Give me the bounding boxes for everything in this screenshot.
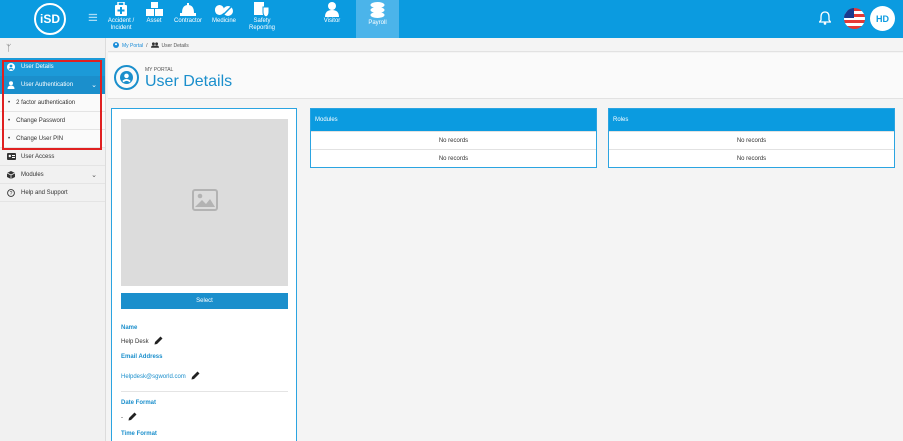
sidebar-item-label: User Authentication xyxy=(21,82,74,88)
us-flag-icon[interactable] xyxy=(844,8,865,29)
name-value: Help Desk xyxy=(121,336,163,347)
cube-icon xyxy=(7,170,16,179)
roles-panel-title: Roles xyxy=(609,109,894,131)
bullet-icon: • xyxy=(8,135,11,142)
nav-label: Accident / Incident xyxy=(107,18,135,31)
users-icon xyxy=(150,41,159,50)
email-value: Helpdesk@sgworld.com xyxy=(121,371,200,382)
nav-accident-incident[interactable]: Accident / Incident xyxy=(106,0,136,38)
user-circle-icon xyxy=(7,63,16,71)
app-logo[interactable]: iSD xyxy=(34,3,66,35)
nav-label: Medicine xyxy=(211,18,236,24)
sidebar-item-label: 2 factor authentication xyxy=(16,99,76,106)
nav-contractor[interactable]: Contractor xyxy=(170,0,206,38)
edit-date-format-pencil-icon[interactable] xyxy=(123,412,137,423)
name-label: Name xyxy=(121,325,138,331)
nav-medicine[interactable]: Medicine xyxy=(208,0,240,38)
page-header: MY PORTAL User Details xyxy=(108,53,903,99)
person-icon xyxy=(318,0,346,17)
sidebar-item-label: Change User PIN xyxy=(16,135,64,142)
svg-text:?: ? xyxy=(10,191,13,197)
select-photo-button[interactable]: Select xyxy=(121,293,288,309)
user-shield-icon xyxy=(7,81,16,89)
email-link[interactable]: Helpdesk@sgworld.com xyxy=(121,374,186,380)
modules-panel: Modules No records No records xyxy=(310,108,597,168)
user-circle-icon xyxy=(113,41,119,50)
shield-report-icon xyxy=(243,0,281,17)
roles-panel: Roles No records No records xyxy=(608,108,895,168)
bullet-icon: • xyxy=(8,99,11,106)
image-placeholder-icon xyxy=(191,189,218,216)
coins-icon xyxy=(356,0,399,19)
roles-row: No records xyxy=(609,149,894,167)
modules-panel-title: Modules xyxy=(311,109,596,131)
boxes-icon xyxy=(141,0,167,17)
bullet-icon: • xyxy=(8,117,11,124)
divider xyxy=(121,391,288,392)
sidebar-item-modules[interactable]: Modules ⌄ xyxy=(0,166,105,184)
nav-label: Payroll xyxy=(368,20,387,26)
user-initials: HD xyxy=(876,13,889,24)
breadcrumb-item-user-details: User Details xyxy=(161,42,189,49)
modules-row: No records xyxy=(311,131,596,149)
sidebar-item-label: Help and Support xyxy=(21,189,68,196)
nav-safety-reporting[interactable]: Safety Reporting xyxy=(243,0,281,38)
pills-icon xyxy=(208,0,240,17)
chevron-down-icon: ⌄ xyxy=(91,82,97,89)
first-aid-icon xyxy=(106,0,136,17)
sidebar-item-label: User Details xyxy=(21,64,54,70)
nav-visitor[interactable]: Visitor xyxy=(318,0,346,38)
profile-card: Select Name Help Desk Email Address Help… xyxy=(111,108,297,441)
edit-email-pencil-icon[interactable] xyxy=(186,371,200,382)
top-navbar: iSD ≡ Accident / Incident Asset Contract… xyxy=(0,0,903,38)
hardhat-icon xyxy=(170,0,206,17)
sidebar: ᛉ User Details User Authentication ⌄ • 2 … xyxy=(0,38,106,441)
nav-label: Visitor xyxy=(323,18,341,24)
user-avatar[interactable]: HD xyxy=(870,6,895,31)
sidebar-item-label: Modules xyxy=(21,171,44,178)
name-text: Help Desk xyxy=(121,338,149,345)
nav-label: Asset xyxy=(146,18,162,24)
sidebar-item-label: User Access xyxy=(21,153,55,160)
date-format-label: Date Format xyxy=(121,400,157,406)
bell-icon[interactable] xyxy=(818,11,832,30)
sidebar-item-help-support[interactable]: ? Help and Support xyxy=(0,184,105,202)
breadcrumb: My Portal / User Details xyxy=(108,40,903,52)
profile-photo-placeholder xyxy=(121,119,288,286)
breadcrumb-item-my-portal[interactable]: My Portal xyxy=(122,43,143,49)
nav-label: Safety Reporting xyxy=(248,18,275,31)
page-title: User Details xyxy=(145,73,233,90)
chevron-down-icon: ⌄ xyxy=(91,172,97,179)
modules-row: No records xyxy=(311,149,596,167)
email-label: Email Address xyxy=(121,354,163,360)
git-branch-icon[interactable]: ᛉ xyxy=(0,38,105,58)
roles-row: No records xyxy=(609,131,894,149)
user-circle-icon xyxy=(114,65,139,90)
sidebar-item-label: Change Password xyxy=(16,117,66,124)
date-format-value: - xyxy=(121,412,137,423)
time-format-label: Time Format xyxy=(121,431,157,437)
nav-payroll[interactable]: Payroll xyxy=(356,0,399,38)
sidebar-item-user-access[interactable]: User Access xyxy=(0,148,105,166)
sidebar-item-2fa[interactable]: • 2 factor authentication xyxy=(0,94,105,112)
nav-asset[interactable]: Asset xyxy=(141,0,167,38)
logo-text: iSD xyxy=(39,12,60,26)
hamburger-menu-icon[interactable]: ≡ xyxy=(88,8,98,28)
sidebar-item-change-password[interactable]: • Change Password xyxy=(0,112,105,130)
sidebar-item-user-details[interactable]: User Details xyxy=(0,58,105,76)
breadcrumb-separator: / xyxy=(146,42,148,49)
edit-name-pencil-icon[interactable] xyxy=(149,336,163,347)
sidebar-item-user-authentication[interactable]: User Authentication ⌄ xyxy=(0,76,105,94)
nav-label: Contractor xyxy=(173,18,202,24)
sidebar-item-change-pin[interactable]: • Change User PIN xyxy=(0,130,105,148)
id-card-icon xyxy=(7,153,16,160)
question-icon: ? xyxy=(7,188,16,197)
